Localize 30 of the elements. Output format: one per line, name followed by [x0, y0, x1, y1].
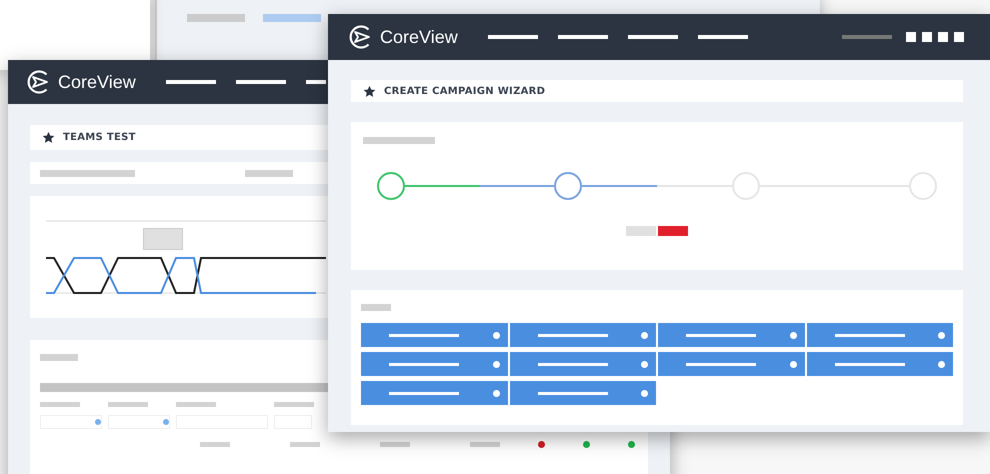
option-tile[interactable]: [510, 323, 656, 347]
step-circle[interactable]: [554, 172, 582, 200]
tooltip-box: [143, 228, 183, 250]
dot-icon: [163, 419, 169, 425]
square-icon[interactable]: [938, 32, 948, 42]
option-tile[interactable]: [510, 352, 656, 376]
next-button[interactable]: [658, 226, 688, 236]
option-tile[interactable]: [658, 323, 804, 347]
logo-text: CoreView: [58, 72, 136, 92]
page-title: TEAMS TEST: [63, 132, 136, 143]
option-tile[interactable]: [361, 352, 508, 376]
option-tile[interactable]: [806, 323, 953, 347]
page-title: CREATE CAMPAIGN WIZARD: [384, 86, 546, 96]
star-icon: [363, 84, 376, 98]
square-icon[interactable]: [906, 32, 916, 42]
input-field[interactable]: [108, 415, 170, 429]
dot-icon: [95, 419, 101, 425]
option-tile[interactable]: [510, 381, 656, 405]
logo-text: CoreView: [380, 26, 458, 48]
option-tile[interactable]: [361, 381, 508, 405]
star-icon: [42, 131, 55, 144]
option-tile[interactable]: [361, 323, 508, 347]
input-field[interactable]: [40, 415, 102, 429]
square-icon[interactable]: [922, 32, 932, 42]
step-circle[interactable]: [377, 172, 405, 200]
search-placeholder[interactable]: [842, 35, 892, 39]
option-tile[interactable]: [806, 352, 953, 376]
square-icon[interactable]: [954, 32, 964, 42]
back-button[interactable]: [626, 226, 656, 236]
option-tile[interactable]: [658, 352, 804, 376]
